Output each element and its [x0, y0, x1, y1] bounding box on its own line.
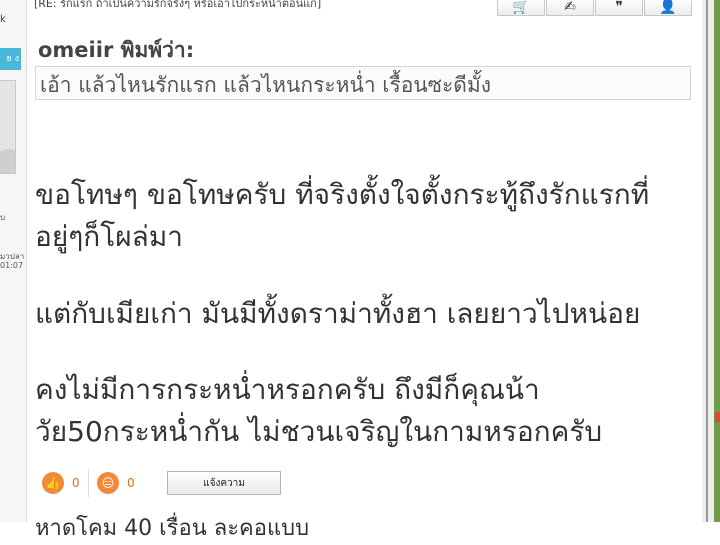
like-count: 0: [72, 476, 80, 490]
reaction-divider: [88, 469, 89, 497]
quote-box: เอ้า แล้วไหนรักแรก แล้วไหนกระหน่ำ เรื้อน…: [35, 66, 691, 100]
avatar-silhouette: [0, 149, 15, 173]
edge-marker: [715, 412, 720, 422]
post-content: [RE: รักแรก ถ้าเป็นความรักจริงๆ หรือเอาไ…: [28, 0, 702, 541]
content-border: [702, 0, 714, 522]
report-button[interactable]: แจ้งความ: [167, 471, 281, 495]
post-paragraph-1: ขอโทษๆ ขอโทษครับ ที่จริงตั้งใจตั้งกระทู้…: [35, 178, 650, 253]
cart-icon: 🛒: [512, 0, 530, 15]
reply-title: [RE: รักแรก ถ้าเป็นความรักจริงๆ หรือเอาไ…: [34, 0, 322, 10]
avatar[interactable]: [0, 80, 16, 174]
meh-count: 0: [127, 476, 135, 490]
meh-reaction[interactable]: 😑 0: [97, 472, 141, 494]
post-toolbar: 🛒 ✍ ❞ 👤: [496, 0, 692, 16]
post-paragraph-2: แต่กับเมียเก่า มันมีทั้งดราม่าทั้งฮา เลย…: [35, 297, 641, 330]
like-icon: 👍: [42, 472, 64, 494]
quote-icon: ❞: [615, 0, 623, 15]
next-post-text: หาดโคม 40 เรื่อน ละคอแบบ: [35, 516, 310, 541]
quote-text: เอ้า แล้วไหนรักแรก แล้วไหนกระหน่ำ เรื้อน…: [40, 73, 491, 97]
reaction-bar: 👍 0 😑 0 แจ้งความ: [42, 469, 281, 497]
sidebar-info-3: 01:07: [0, 261, 24, 270]
meh-face-icon: 😑: [97, 472, 119, 494]
cart-button[interactable]: 🛒: [497, 0, 545, 16]
sidebar-info-1: บ: [0, 213, 6, 222]
user-icon: 👤: [659, 0, 677, 15]
post-paragraph-3: คงไม่มีการกระหน่ำหรอกครับ ถึงมีก็คุณน้าว…: [35, 373, 603, 448]
edit-button[interactable]: ✍: [546, 0, 594, 16]
user-group-badge: ย ง: [0, 48, 21, 70]
sidebar-letter: k: [0, 14, 6, 25]
like-reaction[interactable]: 👍 0: [42, 472, 86, 494]
author-sidebar: k ย ง บ มวปลา 01:07: [0, 0, 27, 522]
page-edge-strip: [714, 0, 720, 522]
profile-button[interactable]: 👤: [644, 0, 692, 16]
quote-author: omeiir พิมพ์ว่า:: [38, 38, 195, 62]
edit-icon: ✍: [564, 0, 576, 15]
border-line: [706, 0, 708, 522]
quote-button[interactable]: ❞: [595, 0, 643, 16]
